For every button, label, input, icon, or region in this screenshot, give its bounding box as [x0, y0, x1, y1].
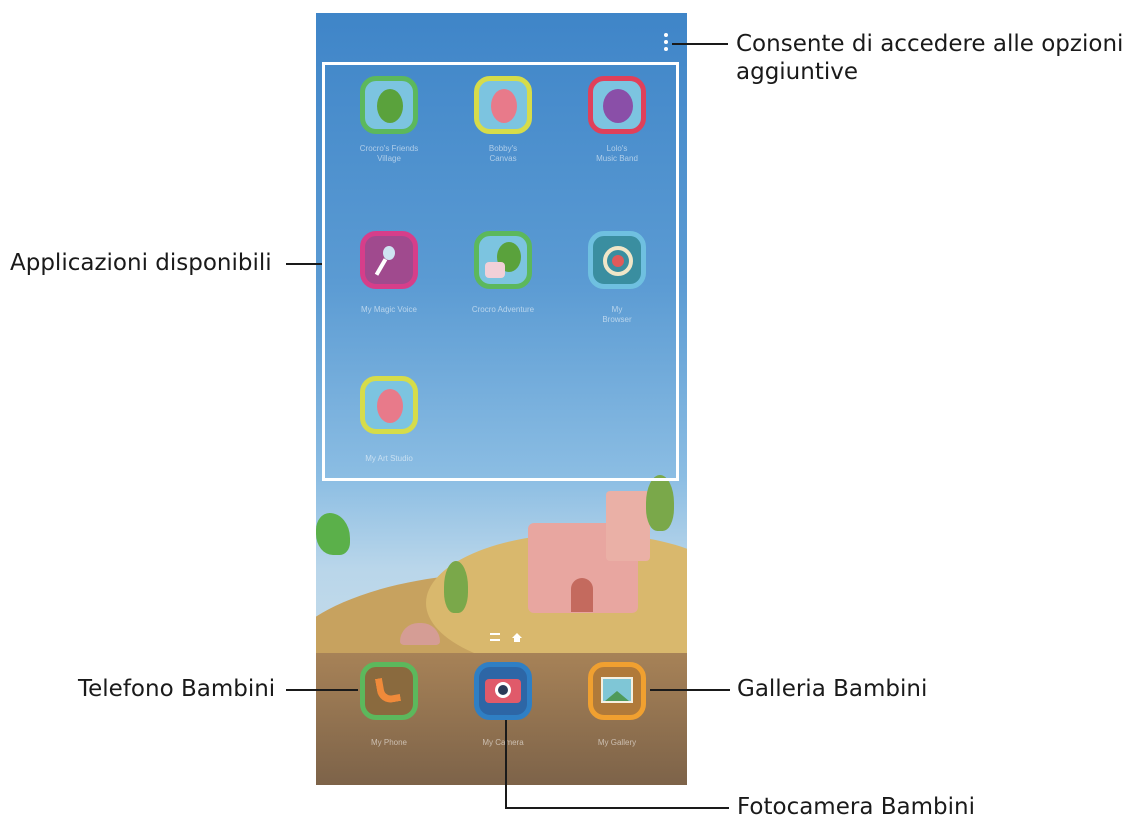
tree-illustration — [646, 475, 674, 531]
castle-door — [571, 578, 593, 612]
app-crocros-friends-village[interactable] — [360, 76, 418, 134]
app-my-browser[interactable] — [588, 231, 646, 289]
app-label-line: Music Band — [596, 154, 638, 163]
app-label-line: My — [611, 305, 623, 314]
callout-line-kids-gallery — [650, 689, 730, 691]
callout-kids-phone: Telefono Bambini — [78, 676, 276, 702]
app-lolos-music-band[interactable] — [588, 76, 646, 134]
app-label: Crocro's Friends Village — [339, 144, 439, 164]
callout-line-kids-camera-vertical — [505, 720, 507, 809]
app-bobbys-canvas[interactable] — [474, 76, 532, 134]
app-label-line: My Art Studio — [365, 454, 413, 463]
app-label: Crocro Adventure — [453, 305, 553, 315]
app-label-line: Lolo's — [606, 144, 628, 153]
cake-shape — [485, 262, 505, 278]
ship-wheel-hub — [612, 255, 624, 267]
callout-additional-options: Consente di accedere alle opzioni aggiun… — [736, 30, 1123, 86]
app-crocro-adventure[interactable] — [474, 231, 532, 289]
dock-label: My Phone — [370, 738, 408, 747]
artist-character-icon — [377, 389, 403, 423]
crocodile-house-icon — [377, 89, 403, 123]
kids-phone-button[interactable] — [360, 662, 418, 720]
app-label-line: Village — [377, 154, 401, 163]
app-label: My Art Studio — [339, 454, 439, 464]
kids-gallery-button[interactable] — [588, 662, 646, 720]
callout-line-kids-camera-horizontal — [505, 807, 729, 809]
castle-tower — [606, 491, 650, 561]
callout-line-available-apps — [286, 263, 322, 265]
pink-character-icon — [491, 89, 517, 123]
dock-label: My Camera — [482, 738, 524, 747]
picture-mountain — [605, 691, 629, 701]
tree-illustration — [444, 561, 468, 613]
app-label: Lolo's Music Band — [567, 144, 667, 164]
more-options-icon[interactable] — [662, 33, 670, 53]
callout-line-kids-phone — [286, 689, 358, 691]
green-hand-illustration — [316, 513, 350, 555]
callout-kids-camera: Fotocamera Bambini — [737, 794, 975, 820]
app-label-line: Browser — [602, 315, 632, 324]
music-character-icon — [603, 89, 633, 123]
callout-text-line: Consente di accedere alle opzioni — [736, 31, 1123, 57]
kids-camera-button[interactable] — [474, 662, 532, 720]
home-page-indicator-base — [514, 638, 520, 642]
app-label: My Magic Voice — [339, 305, 439, 315]
app-label-line: Bobby's — [488, 144, 518, 153]
app-label-line: My Magic Voice — [360, 305, 418, 314]
app-label-line: Canvas — [489, 154, 517, 163]
kids-home-screen: Crocro's Friends Village Bobby's Canvas … — [316, 13, 687, 785]
app-label: Bobby's Canvas — [453, 144, 553, 164]
app-my-magic-voice[interactable] — [360, 231, 418, 289]
phone-handset-icon — [374, 675, 402, 705]
page-indicator-menu-icon[interactable] — [490, 633, 500, 641]
app-label-line: Crocro Adventure — [471, 305, 535, 314]
app-my-art-studio[interactable] — [360, 376, 418, 434]
app-label: My Browser — [567, 305, 667, 325]
callout-line-options — [672, 43, 728, 45]
microphone-handle — [374, 258, 388, 276]
camera-lens — [495, 682, 511, 698]
app-label-line: Crocro's Friends — [359, 144, 419, 153]
callout-kids-gallery: Galleria Bambini — [737, 676, 928, 702]
callout-text-line: aggiuntive — [736, 59, 859, 85]
callout-available-apps: Applicazioni disponibili — [10, 250, 272, 276]
dock-label: My Gallery — [597, 738, 637, 747]
